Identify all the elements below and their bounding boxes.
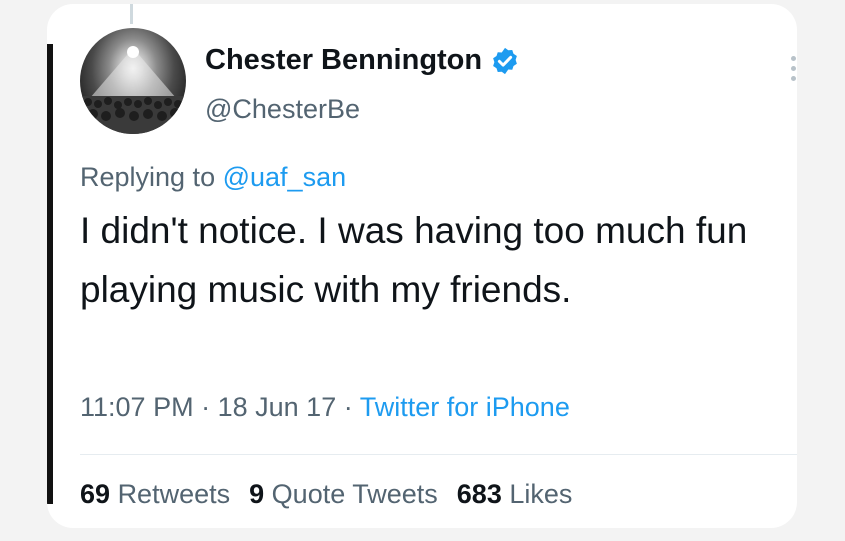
stats-divider bbox=[80, 454, 797, 455]
likes-stat[interactable]: 683 Likes bbox=[457, 479, 573, 509]
tweet-date[interactable]: 18 Jun 17 bbox=[218, 392, 337, 422]
retweets-count: 69 bbox=[80, 479, 111, 509]
left-edge-bar bbox=[47, 44, 53, 504]
tweet-meta: 11:07 PM · 18 Jun 17 · Twitter for iPhon… bbox=[80, 392, 570, 423]
quote-tweets-count: 9 bbox=[249, 479, 265, 509]
avatar[interactable] bbox=[80, 28, 186, 134]
likes-label: Likes bbox=[509, 479, 573, 509]
tweet-source-link[interactable]: Twitter for iPhone bbox=[360, 392, 570, 422]
author-handle[interactable]: @ChesterBe bbox=[205, 94, 360, 125]
author-name[interactable]: Chester Bennington bbox=[205, 44, 482, 77]
replying-to-label: Replying to bbox=[80, 162, 216, 192]
quote-tweets-stat[interactable]: 9 Quote Tweets bbox=[249, 479, 438, 509]
author-name-row[interactable]: Chester Bennington bbox=[205, 44, 520, 77]
meta-separator-2: · bbox=[343, 392, 353, 422]
verified-badge-icon bbox=[493, 47, 517, 74]
retweets-label: Retweets bbox=[117, 479, 231, 509]
reply-mention-link[interactable]: @uaf_san bbox=[223, 162, 347, 192]
tweet-text: I didn't notice. I was having too much f… bbox=[80, 210, 748, 310]
quote-tweets-label: Quote Tweets bbox=[271, 479, 438, 509]
tweet-card: Chester Bennington @ChesterBe Replying t… bbox=[47, 4, 797, 528]
retweets-stat[interactable]: 69 Retweets bbox=[80, 479, 230, 509]
tweet-stats: 69 Retweets 9 Quote Tweets 683 Likes bbox=[80, 479, 591, 510]
tweet-time[interactable]: 11:07 PM bbox=[80, 392, 194, 422]
meta-separator: · bbox=[201, 392, 211, 422]
more-options-icon[interactable] bbox=[791, 56, 797, 81]
avatar-concert-image bbox=[80, 46, 186, 134]
replying-to-line: Replying to @uaf_san bbox=[80, 162, 346, 193]
likes-count: 683 bbox=[456, 479, 502, 509]
thread-connector-line bbox=[130, 4, 133, 24]
